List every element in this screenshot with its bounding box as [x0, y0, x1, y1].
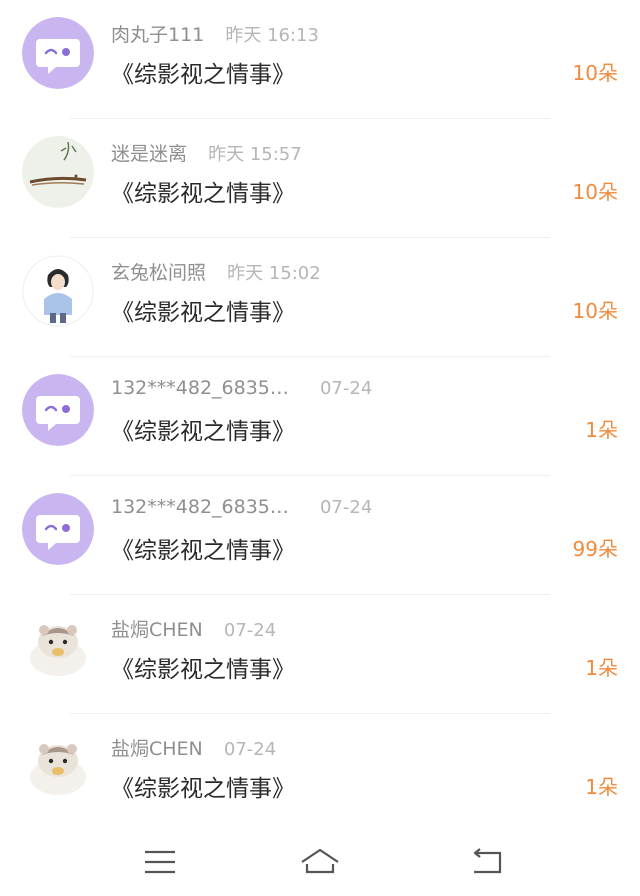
book-title[interactable]: 《综影视之情事》 [111, 174, 295, 208]
sketch-avatar-icon [22, 136, 94, 208]
menu-icon [145, 850, 175, 874]
username[interactable]: 迷是迷离 [111, 143, 187, 165]
list-item[interactable]: 盐焗CHEN 07-24 《综影视之情事》 1朵 [0, 714, 640, 833]
timestamp: 07-24 [223, 739, 277, 760]
avatar[interactable] [22, 374, 94, 446]
book-title[interactable]: 《综影视之情事》 [111, 769, 295, 803]
book-title[interactable]: 《综影视之情事》 [111, 531, 295, 565]
username[interactable]: 盐焗CHEN [111, 738, 203, 760]
username[interactable]: 132***482_6835… [111, 377, 289, 399]
item-meta: 迷是迷离 昨天 15:57 [111, 139, 302, 169]
book-title[interactable]: 《综影视之情事》 [111, 293, 295, 327]
avatar[interactable] [22, 136, 94, 208]
username[interactable]: 玄兔松间照 [111, 262, 206, 284]
avatar[interactable] [22, 493, 94, 565]
gift-count: 1朵 [585, 775, 618, 799]
avatar[interactable] [22, 612, 94, 684]
timestamp: 07-24 [223, 620, 277, 641]
username[interactable]: 肉丸子111 [111, 24, 204, 46]
username[interactable]: 盐焗CHEN [111, 619, 203, 641]
list-item[interactable]: 盐焗CHEN 07-24 《综影视之情事》 1朵 [0, 595, 640, 714]
default-avatar-icon [22, 17, 94, 89]
hamster-avatar-icon [22, 612, 94, 684]
default-avatar-icon [22, 374, 94, 446]
list-item[interactable]: 迷是迷离 昨天 15:57 《综影视之情事》 10朵 [0, 119, 640, 238]
item-meta: 玄兔松间照 昨天 15:02 [111, 258, 321, 288]
hamster-avatar-icon [22, 731, 94, 803]
book-title[interactable]: 《综影视之情事》 [111, 55, 295, 89]
item-meta: 盐焗CHEN 07-24 [111, 615, 276, 645]
gift-count: 1朵 [585, 656, 618, 680]
item-meta: 盐焗CHEN 07-24 [111, 734, 276, 764]
timestamp: 07-24 [319, 378, 373, 399]
person-avatar-icon [22, 255, 94, 327]
default-avatar-icon [22, 493, 94, 565]
list-item[interactable]: 肉丸子111 昨天 16:13 《综影视之情事》 10朵 [0, 0, 640, 119]
home-button[interactable] [298, 842, 342, 882]
back-button[interactable] [466, 842, 510, 882]
avatar[interactable] [22, 731, 94, 803]
list-item[interactable]: 玄兔松间照 昨天 15:02 《综影视之情事》 10朵 [0, 238, 640, 357]
book-title[interactable]: 《综影视之情事》 [111, 650, 295, 684]
gift-count: 10朵 [572, 299, 618, 323]
home-icon [301, 848, 339, 874]
timestamp: 昨天 15:02 [227, 263, 321, 284]
book-title[interactable]: 《综影视之情事》 [111, 412, 295, 446]
avatar[interactable] [22, 255, 94, 327]
timestamp: 07-24 [319, 497, 373, 518]
avatar[interactable] [22, 17, 94, 89]
timestamp: 昨天 16:13 [225, 25, 319, 46]
gift-count: 10朵 [572, 180, 618, 204]
timestamp: 昨天 15:57 [208, 144, 302, 165]
list-item[interactable]: 132***482_6835… 07-24 《综影视之情事》 1朵 [0, 357, 640, 476]
back-icon [473, 848, 502, 874]
gift-count: 10朵 [572, 61, 618, 85]
gift-count: 99朵 [572, 537, 618, 561]
item-meta: 132***482_6835… 07-24 [111, 496, 372, 526]
gift-count: 1朵 [585, 418, 618, 442]
bottom-navigation-bar [0, 830, 640, 896]
list-item[interactable]: 132***482_6835… 07-24 《综影视之情事》 99朵 [0, 476, 640, 595]
item-meta: 肉丸子111 昨天 16:13 [111, 20, 319, 50]
item-meta: 132***482_6835… 07-24 [111, 377, 372, 407]
menu-button[interactable] [138, 842, 182, 882]
username[interactable]: 132***482_6835… [111, 496, 289, 518]
